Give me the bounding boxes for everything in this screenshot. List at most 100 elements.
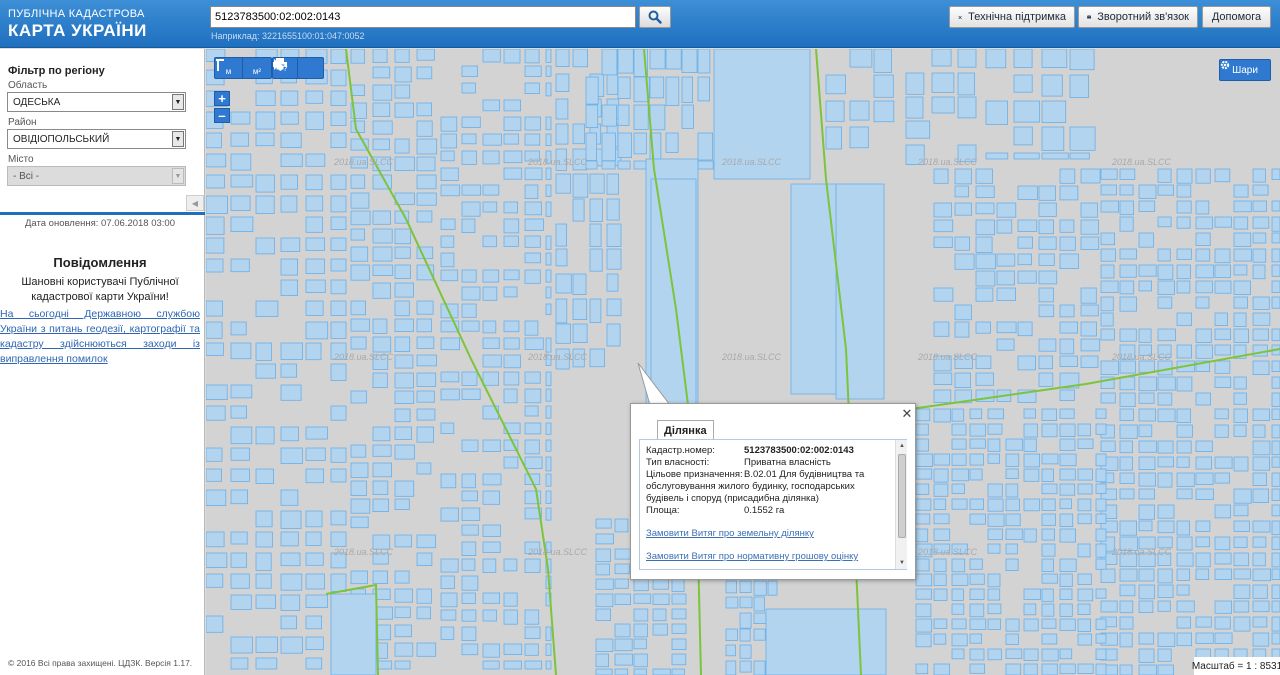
land-parcel[interactable] <box>372 84 393 101</box>
land-parcel[interactable] <box>350 570 368 585</box>
land-parcel[interactable] <box>1214 344 1232 356</box>
land-parcel[interactable] <box>1176 344 1193 359</box>
land-parcel[interactable] <box>975 202 995 215</box>
land-parcel[interactable] <box>206 300 224 317</box>
land-parcel[interactable] <box>601 160 616 170</box>
land-parcel[interactable] <box>1195 344 1213 359</box>
land-parcel[interactable] <box>957 72 976 96</box>
land-parcel[interactable] <box>350 444 367 458</box>
land-parcel[interactable] <box>1100 328 1115 341</box>
land-parcel[interactable] <box>1119 584 1136 597</box>
land-parcel[interactable] <box>1038 253 1055 266</box>
land-parcel[interactable] <box>280 132 302 149</box>
land-parcel[interactable] <box>1069 126 1096 151</box>
land-parcel[interactable] <box>933 219 954 233</box>
land-parcel[interactable] <box>1157 520 1175 534</box>
land-parcel[interactable] <box>1119 520 1138 536</box>
land-parcel[interactable] <box>524 456 543 470</box>
land-parcel[interactable] <box>975 321 992 334</box>
land-parcel[interactable] <box>255 111 276 130</box>
layers-button[interactable]: Шари <box>1219 59 1271 81</box>
land-parcel[interactable] <box>503 456 519 469</box>
land-parcel[interactable] <box>753 628 766 641</box>
land-parcel[interactable] <box>545 116 552 131</box>
land-parcel[interactable] <box>440 252 455 268</box>
land-parcel[interactable] <box>503 49 521 64</box>
land-parcel[interactable] <box>1077 573 1092 585</box>
land-parcel[interactable] <box>394 354 414 369</box>
land-parcel[interactable] <box>461 558 476 571</box>
land-parcel[interactable] <box>1138 584 1155 600</box>
land-parcel[interactable] <box>482 371 499 386</box>
land-parcel[interactable] <box>725 580 738 594</box>
land-parcel[interactable] <box>394 570 410 584</box>
land-parcel[interactable] <box>440 388 460 401</box>
land-parcel[interactable] <box>350 390 367 404</box>
land-parcel[interactable] <box>206 489 227 507</box>
land-parcel[interactable] <box>1252 200 1268 212</box>
land-parcel[interactable] <box>933 287 954 302</box>
land-parcel[interactable] <box>975 355 992 369</box>
land-parcel[interactable] <box>671 653 687 666</box>
land-parcel[interactable] <box>350 498 371 514</box>
land-parcel[interactable] <box>394 408 411 423</box>
land-parcel[interactable] <box>987 543 1001 554</box>
land-parcel[interactable] <box>305 237 325 251</box>
land-parcel[interactable] <box>1017 321 1033 337</box>
land-parcel[interactable] <box>206 384 228 401</box>
land-parcel[interactable] <box>969 558 983 570</box>
site-logo[interactable]: ПУБЛІЧНА КАДАСТРОВА КАРТА УКРАЇНИ <box>8 8 147 41</box>
land-parcel[interactable] <box>482 201 498 213</box>
land-parcel[interactable] <box>524 235 541 248</box>
land-parcel[interactable] <box>255 342 272 361</box>
land-parcel[interactable] <box>206 552 228 568</box>
land-parcel[interactable] <box>1176 184 1192 198</box>
land-parcel[interactable] <box>1271 616 1280 632</box>
land-parcel[interactable] <box>1080 202 1098 218</box>
land-parcel[interactable] <box>1077 468 1093 481</box>
land-parcel[interactable] <box>440 575 456 589</box>
land-parcel[interactable] <box>1077 438 1094 449</box>
land-parcel[interactable] <box>461 82 476 94</box>
land-parcel[interactable] <box>555 323 571 344</box>
land-parcel[interactable] <box>595 608 612 621</box>
land-parcel[interactable] <box>1100 280 1119 293</box>
land-parcel[interactable] <box>614 638 633 652</box>
land-parcel[interactable] <box>1080 287 1097 304</box>
land-parcel[interactable] <box>230 489 249 505</box>
land-parcel[interactable] <box>1059 236 1076 251</box>
land-parcel[interactable] <box>649 49 666 70</box>
land-parcel[interactable] <box>440 473 457 489</box>
land-parcel[interactable] <box>954 253 975 270</box>
land-parcel[interactable] <box>739 596 753 609</box>
land-parcel[interactable] <box>416 552 433 567</box>
land-parcel[interactable] <box>1080 304 1099 317</box>
land-parcel[interactable] <box>933 528 951 541</box>
land-parcel[interactable] <box>503 201 519 214</box>
land-parcel[interactable] <box>461 286 481 301</box>
land-parcel[interactable] <box>305 279 326 294</box>
land-parcel[interactable] <box>951 603 965 615</box>
land-parcel[interactable] <box>915 603 932 618</box>
land-parcel[interactable] <box>440 558 459 573</box>
land-parcel[interactable] <box>1233 216 1249 230</box>
land-parcel[interactable] <box>482 490 501 505</box>
land-parcel[interactable] <box>280 573 303 591</box>
land-parcel[interactable] <box>915 573 933 587</box>
land-parcel[interactable] <box>545 405 552 419</box>
large-land-parcel[interactable] <box>765 608 887 675</box>
land-parcel[interactable] <box>1176 280 1191 294</box>
land-parcel[interactable] <box>1080 236 1100 251</box>
land-parcel[interactable] <box>652 578 669 590</box>
land-parcel[interactable] <box>330 111 347 126</box>
land-parcel[interactable] <box>1138 376 1157 392</box>
land-parcel[interactable] <box>280 174 299 190</box>
land-parcel[interactable] <box>503 218 520 234</box>
land-parcel[interactable] <box>230 321 247 336</box>
land-parcel[interactable] <box>330 300 347 316</box>
land-parcel[interactable] <box>482 286 498 301</box>
land-parcel[interactable] <box>1252 264 1266 280</box>
land-parcel[interactable] <box>614 563 630 575</box>
land-parcel[interactable] <box>1119 168 1136 180</box>
land-parcel[interactable] <box>1119 472 1135 484</box>
